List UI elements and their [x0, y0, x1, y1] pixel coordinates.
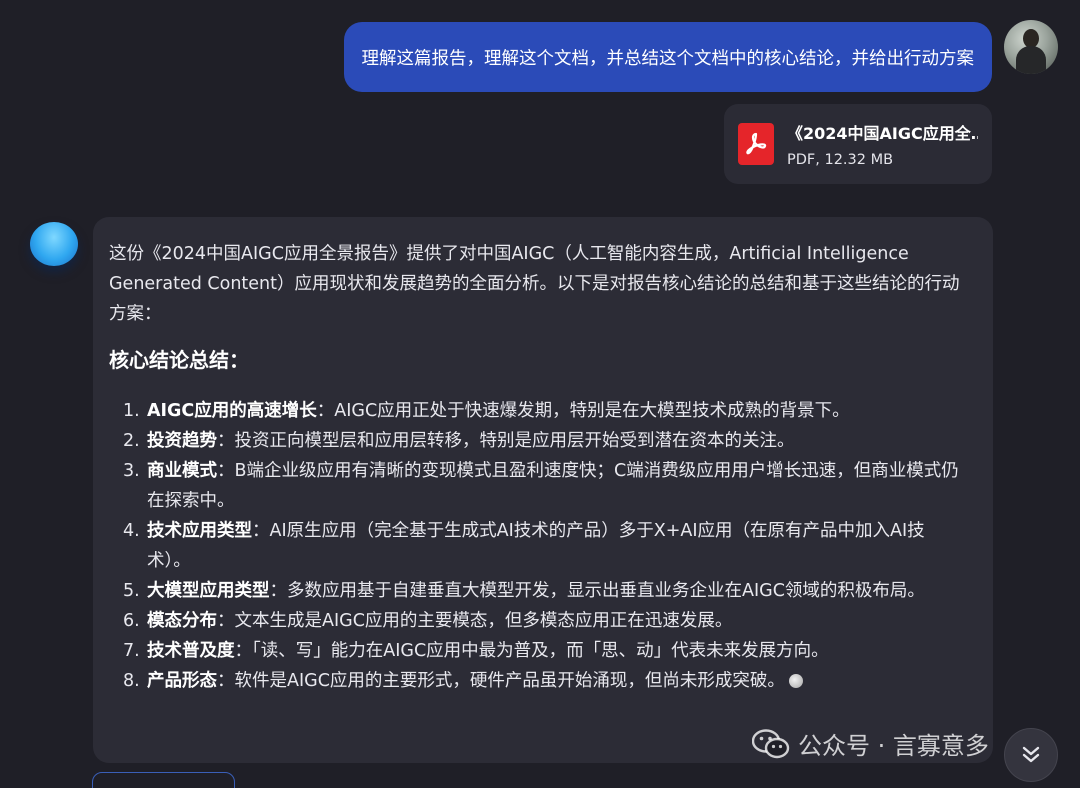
item-number: 7.	[123, 641, 140, 661]
item-body: ：软件是AIGC应用的主要形式，硬件产品虽开始涌现，但尚未形成突破。	[217, 671, 785, 691]
list-item: 2. 投资趋势：投资正向模型层和应用层转移，特别是应用层开始受到潜在资本的关注。	[123, 426, 965, 456]
wechat-icon	[752, 728, 790, 758]
item-heading: 产品形态	[147, 671, 217, 691]
item-body: ：多数应用基于自建垂直大模型开发，显示出垂直业务企业在AIGC领域的积极布局。	[269, 581, 925, 601]
item-heading: 技术应用类型	[147, 521, 252, 541]
item-heading: 技术普及度	[147, 641, 235, 661]
item-heading: 大模型应用类型	[147, 581, 270, 601]
list-item: 6. 模态分布：文本生成是AIGC应用的主要模态，但多模态应用正在迅速发展。	[123, 606, 965, 636]
next-card-outline[interactable]	[92, 772, 235, 788]
chat-page: 理解这篇报告，理解这个文档，并总结这个文档中的核心结论，并给出行动方案 《202…	[0, 0, 1080, 788]
user-message: 理解这篇报告，理解这个文档，并总结这个文档中的核心结论，并给出行动方案	[343, 22, 992, 92]
item-heading: 商业模式	[147, 461, 217, 481]
double-chevron-down-icon	[1022, 746, 1040, 763]
assistant-answer: 这份《2024中国AIGC应用全景报告》提供了对中国AIGC（人工智能内容生成，…	[93, 217, 993, 763]
attachment-name: 《2024中国AIGC应用全景报告》.pdf	[787, 124, 978, 143]
item-number: 2.	[123, 431, 140, 451]
item-heading: 模态分布	[147, 611, 217, 631]
attachment-meta: PDF, 12.32 MB	[787, 152, 894, 168]
item-body: ：投资正向模型层和应用层转移，特别是应用层开始受到潜在资本的关注。	[217, 431, 795, 451]
conclusion-list: 1. AIGC应用的高速增长：AIGC应用正处于快速爆发期，特别是在大模型技术成熟…	[109, 396, 965, 696]
user-message-text: 理解这篇报告，理解这个文档，并总结这个文档中的核心结论，并给出行动方案	[361, 48, 975, 69]
pdf-icon	[738, 123, 774, 165]
item-number: 5.	[123, 581, 140, 601]
item-number: 3.	[123, 461, 140, 481]
item-number: 1.	[123, 401, 140, 421]
attachment-card[interactable]: 《2024中国AIGC应用全景报告》.pdf PDF, 12.32 MB	[724, 104, 992, 184]
item-body: ：文本生成是AIGC应用的主要模态，但多模态应用正在迅速发展。	[217, 611, 733, 631]
item-heading: AIGC应用的高速增长	[147, 401, 317, 421]
scroll-down-button[interactable]	[1004, 728, 1058, 782]
user-avatar[interactable]	[1004, 20, 1058, 74]
list-item: 7. 技术普及度：「读、写」能力在AIGC应用中最为普及，而「思、动」代表未来发展…	[123, 636, 965, 666]
watermark: 公众号 · 言寡意多	[752, 726, 989, 761]
list-item: 3. 商业模式：B端企业级应用有清晰的变现模式且盈利速度快；C端消费级应用用户增长…	[123, 456, 965, 516]
list-item: 8. 产品形态：软件是AIGC应用的主要形式，硬件产品虽开始涌现，但尚未形成突破。	[123, 666, 965, 696]
avatar-body	[1016, 46, 1046, 74]
list-item: 4. 技术应用类型：AI原生应用（完全基于生成式AI技术的产品）多于X+AI应用（…	[123, 516, 965, 576]
assistant-avatar	[30, 222, 78, 266]
moon-icon	[788, 674, 803, 688]
item-number: 8.	[123, 671, 140, 691]
item-number: 6.	[123, 611, 140, 631]
list-item: 5. 大模型应用类型：多数应用基于自建垂直大模型开发，显示出垂直业务企业在AIGC…	[123, 576, 965, 606]
watermark-text: 公众号 · 言寡意多	[798, 732, 989, 760]
item-body: ：「读、写」能力在AIGC应用中最为普及，而「思、动」代表未来发展方向。	[234, 641, 829, 661]
answer-intro: 这份《2024中国AIGC应用全景报告》提供了对中国AIGC（人工智能内容生成，…	[109, 244, 960, 324]
item-body: ：AIGC应用正处于快速爆发期，特别是在大模型技术成熟的背景下。	[316, 401, 850, 421]
section-title: 核心结论总结：	[109, 348, 249, 372]
item-body: ：AI原生应用（完全基于生成式AI技术的产品）多于X+AI应用（在原有产品中加入…	[147, 521, 925, 571]
item-number: 4.	[123, 521, 140, 541]
item-body: ：B端企业级应用有清晰的变现模式且盈利速度快；C端消费级应用用户增长迅速，但商业…	[147, 461, 959, 511]
item-heading: 投资趋势	[147, 431, 217, 451]
list-item: 1. AIGC应用的高速增长：AIGC应用正处于快速爆发期，特别是在大模型技术成熟…	[123, 396, 965, 426]
